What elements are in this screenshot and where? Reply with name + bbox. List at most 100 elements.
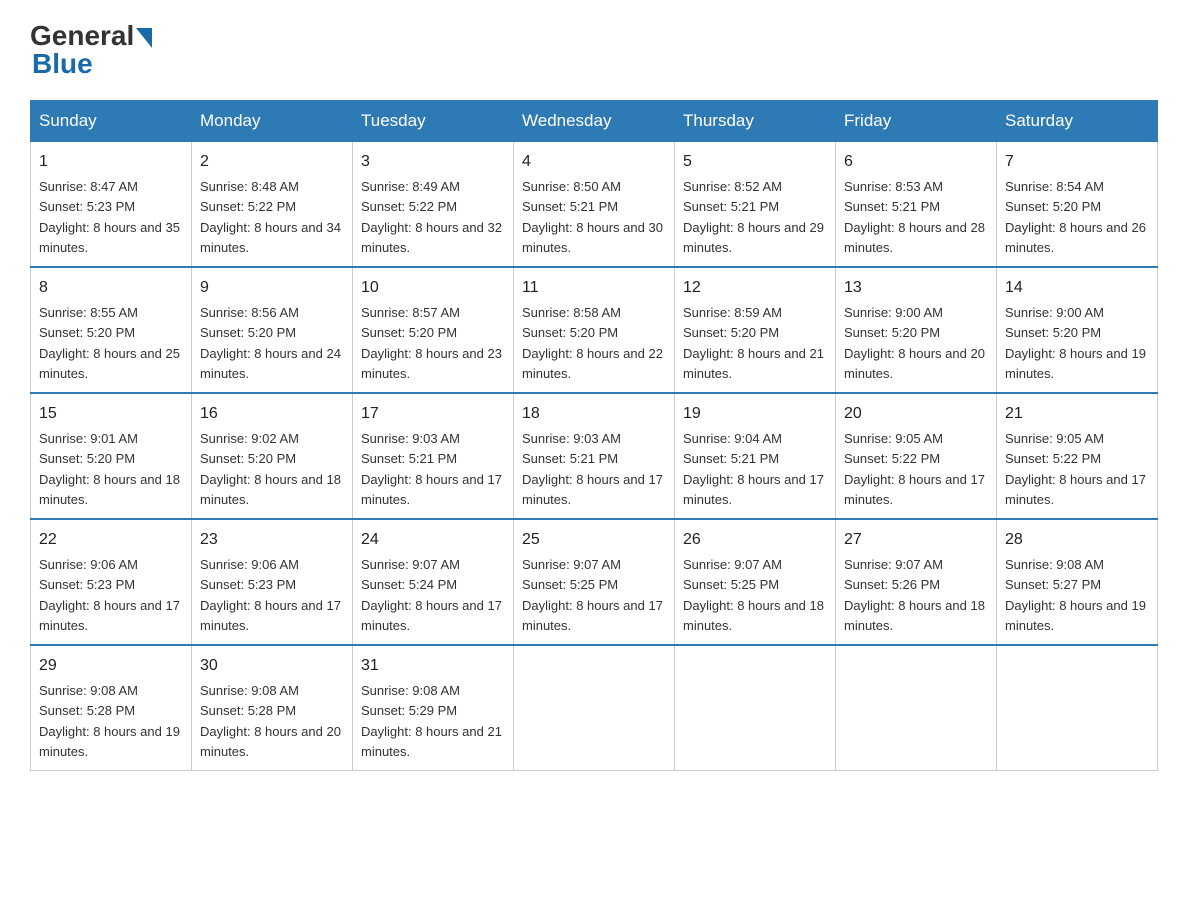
day-info: Sunrise: 8:55 AMSunset: 5:20 PMDaylight:…	[39, 305, 180, 381]
day-cell: 29 Sunrise: 9:08 AMSunset: 5:28 PMDayligh…	[31, 645, 192, 771]
day-number: 17	[361, 402, 505, 426]
day-cell: 2Sunrise: 8:48 AMSunset: 5:22 PMDaylight…	[192, 142, 353, 268]
day-cell: 18 Sunrise: 9:03 AMSunset: 5:21 PMDayligh…	[514, 393, 675, 519]
day-info: Sunrise: 8:58 AMSunset: 5:20 PMDaylight:…	[522, 305, 663, 381]
calendar-table: SundayMondayTuesdayWednesdayThursdayFrid…	[30, 100, 1158, 771]
day-number: 16	[200, 402, 344, 426]
day-number: 27	[844, 528, 988, 552]
day-number: 5	[683, 150, 827, 174]
day-info: Sunrise: 8:50 AMSunset: 5:21 PMDaylight:…	[522, 179, 663, 255]
day-info: Sunrise: 9:06 AMSunset: 5:23 PMDaylight:…	[39, 557, 180, 633]
logo-blue-text: Blue	[32, 48, 93, 80]
day-info: Sunrise: 9:03 AMSunset: 5:21 PMDaylight:…	[522, 431, 663, 507]
day-info: Sunrise: 9:08 AMSunset: 5:27 PMDaylight:…	[1005, 557, 1146, 633]
day-cell: 12Sunrise: 8:59 AMSunset: 5:20 PMDayligh…	[675, 267, 836, 393]
page-header: General Blue	[30, 20, 1158, 80]
day-number: 25	[522, 528, 666, 552]
day-cell: 16 Sunrise: 9:02 AMSunset: 5:20 PMDayligh…	[192, 393, 353, 519]
day-number: 29	[39, 654, 183, 678]
day-cell: 28 Sunrise: 9:08 AMSunset: 5:27 PMDayligh…	[997, 519, 1158, 645]
logo: General Blue	[30, 20, 152, 80]
calendar-header: SundayMondayTuesdayWednesdayThursdayFrid…	[31, 101, 1158, 142]
day-number: 11	[522, 276, 666, 300]
day-number: 28	[1005, 528, 1149, 552]
day-cell: 6 Sunrise: 8:53 AMSunset: 5:21 PMDaylight…	[836, 142, 997, 268]
day-info: Sunrise: 9:00 AMSunset: 5:20 PMDaylight:…	[1005, 305, 1146, 381]
day-number: 10	[361, 276, 505, 300]
week-row-5: 29 Sunrise: 9:08 AMSunset: 5:28 PMDayligh…	[31, 645, 1158, 771]
day-number: 26	[683, 528, 827, 552]
day-info: Sunrise: 9:05 AMSunset: 5:22 PMDaylight:…	[1005, 431, 1146, 507]
day-number: 6	[844, 150, 988, 174]
day-number: 8	[39, 276, 183, 300]
day-info: Sunrise: 9:07 AMSunset: 5:25 PMDaylight:…	[522, 557, 663, 633]
day-info: Sunrise: 8:52 AMSunset: 5:21 PMDaylight:…	[683, 179, 824, 255]
day-cell	[514, 645, 675, 771]
day-info: Sunrise: 9:02 AMSunset: 5:20 PMDaylight:…	[200, 431, 341, 507]
day-number: 3	[361, 150, 505, 174]
day-number: 22	[39, 528, 183, 552]
day-cell: 27 Sunrise: 9:07 AMSunset: 5:26 PMDayligh…	[836, 519, 997, 645]
day-info: Sunrise: 9:01 AMSunset: 5:20 PMDaylight:…	[39, 431, 180, 507]
week-row-1: 1 Sunrise: 8:47 AMSunset: 5:23 PMDaylight…	[31, 142, 1158, 268]
day-info: Sunrise: 9:07 AMSunset: 5:24 PMDaylight:…	[361, 557, 502, 633]
day-number: 30	[200, 654, 344, 678]
day-number: 31	[361, 654, 505, 678]
day-info: Sunrise: 9:07 AMSunset: 5:26 PMDaylight:…	[844, 557, 985, 633]
week-row-4: 22 Sunrise: 9:06 AMSunset: 5:23 PMDayligh…	[31, 519, 1158, 645]
day-cell: 5 Sunrise: 8:52 AMSunset: 5:21 PMDaylight…	[675, 142, 836, 268]
day-info: Sunrise: 9:07 AMSunset: 5:25 PMDaylight:…	[683, 557, 824, 633]
header-cell-saturday: Saturday	[997, 101, 1158, 142]
day-cell: 30 Sunrise: 9:08 AMSunset: 5:28 PMDayligh…	[192, 645, 353, 771]
day-number: 20	[844, 402, 988, 426]
day-info: Sunrise: 9:08 AMSunset: 5:29 PMDaylight:…	[361, 683, 502, 759]
day-cell: 31 Sunrise: 9:08 AMSunset: 5:29 PMDayligh…	[353, 645, 514, 771]
day-number: 19	[683, 402, 827, 426]
day-cell: 1 Sunrise: 8:47 AMSunset: 5:23 PMDaylight…	[31, 142, 192, 268]
day-number: 18	[522, 402, 666, 426]
day-cell: 14 Sunrise: 9:00 AMSunset: 5:20 PMDayligh…	[997, 267, 1158, 393]
day-cell: 4 Sunrise: 8:50 AMSunset: 5:21 PMDaylight…	[514, 142, 675, 268]
day-number: 1	[39, 150, 183, 174]
day-cell: 20 Sunrise: 9:05 AMSunset: 5:22 PMDayligh…	[836, 393, 997, 519]
day-info: Sunrise: 8:57 AMSunset: 5:20 PMDaylight:…	[361, 305, 502, 381]
day-cell	[675, 645, 836, 771]
day-info: Sunrise: 8:47 AMSunset: 5:23 PMDaylight:…	[39, 179, 180, 255]
day-number: 23	[200, 528, 344, 552]
day-cell: 3 Sunrise: 8:49 AMSunset: 5:22 PMDaylight…	[353, 142, 514, 268]
day-number: 21	[1005, 402, 1149, 426]
day-info: Sunrise: 8:49 AMSunset: 5:22 PMDaylight:…	[361, 179, 502, 255]
header-cell-wednesday: Wednesday	[514, 101, 675, 142]
day-cell: 24 Sunrise: 9:07 AMSunset: 5:24 PMDayligh…	[353, 519, 514, 645]
day-cell: 10 Sunrise: 8:57 AMSunset: 5:20 PMDayligh…	[353, 267, 514, 393]
day-number: 7	[1005, 150, 1149, 174]
day-info: Sunrise: 9:06 AMSunset: 5:23 PMDaylight:…	[200, 557, 341, 633]
day-number: 12	[683, 276, 827, 300]
day-info: Sunrise: 8:48 AMSunset: 5:22 PMDaylight:…	[200, 179, 341, 255]
header-cell-sunday: Sunday	[31, 101, 192, 142]
header-cell-tuesday: Tuesday	[353, 101, 514, 142]
day-cell	[836, 645, 997, 771]
day-cell: 15Sunrise: 9:01 AMSunset: 5:20 PMDayligh…	[31, 393, 192, 519]
day-info: Sunrise: 9:08 AMSunset: 5:28 PMDaylight:…	[200, 683, 341, 759]
day-info: Sunrise: 8:53 AMSunset: 5:21 PMDaylight:…	[844, 179, 985, 255]
header-cell-thursday: Thursday	[675, 101, 836, 142]
day-cell: 17Sunrise: 9:03 AMSunset: 5:21 PMDayligh…	[353, 393, 514, 519]
week-row-2: 8 Sunrise: 8:55 AMSunset: 5:20 PMDaylight…	[31, 267, 1158, 393]
header-cell-friday: Friday	[836, 101, 997, 142]
day-number: 13	[844, 276, 988, 300]
day-info: Sunrise: 9:05 AMSunset: 5:22 PMDaylight:…	[844, 431, 985, 507]
day-cell: 7Sunrise: 8:54 AMSunset: 5:20 PMDaylight…	[997, 142, 1158, 268]
day-cell: 8 Sunrise: 8:55 AMSunset: 5:20 PMDaylight…	[31, 267, 192, 393]
day-info: Sunrise: 9:08 AMSunset: 5:28 PMDaylight:…	[39, 683, 180, 759]
day-cell	[997, 645, 1158, 771]
logo-arrow-icon	[136, 28, 152, 48]
day-number: 4	[522, 150, 666, 174]
day-info: Sunrise: 9:00 AMSunset: 5:20 PMDaylight:…	[844, 305, 985, 381]
day-number: 14	[1005, 276, 1149, 300]
header-cell-monday: Monday	[192, 101, 353, 142]
day-cell: 22 Sunrise: 9:06 AMSunset: 5:23 PMDayligh…	[31, 519, 192, 645]
day-number: 24	[361, 528, 505, 552]
week-row-3: 15Sunrise: 9:01 AMSunset: 5:20 PMDayligh…	[31, 393, 1158, 519]
day-cell: 19Sunrise: 9:04 AMSunset: 5:21 PMDayligh…	[675, 393, 836, 519]
